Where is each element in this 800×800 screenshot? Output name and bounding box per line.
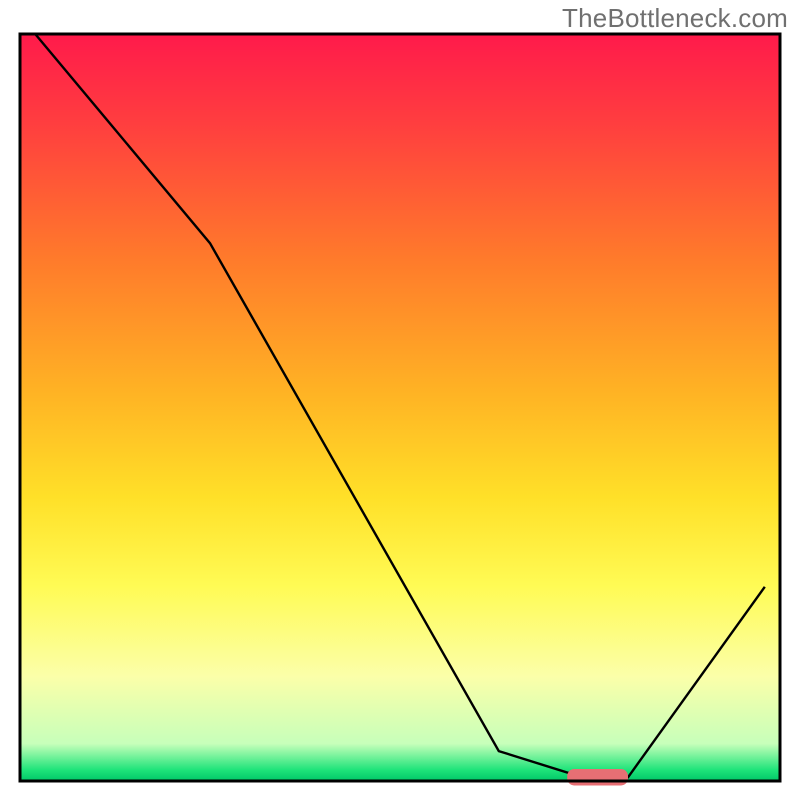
chart-svg bbox=[0, 0, 800, 800]
chart-background bbox=[20, 34, 780, 781]
optimal-marker bbox=[567, 769, 628, 785]
chart-stage: TheBottleneck.com bbox=[0, 0, 800, 800]
